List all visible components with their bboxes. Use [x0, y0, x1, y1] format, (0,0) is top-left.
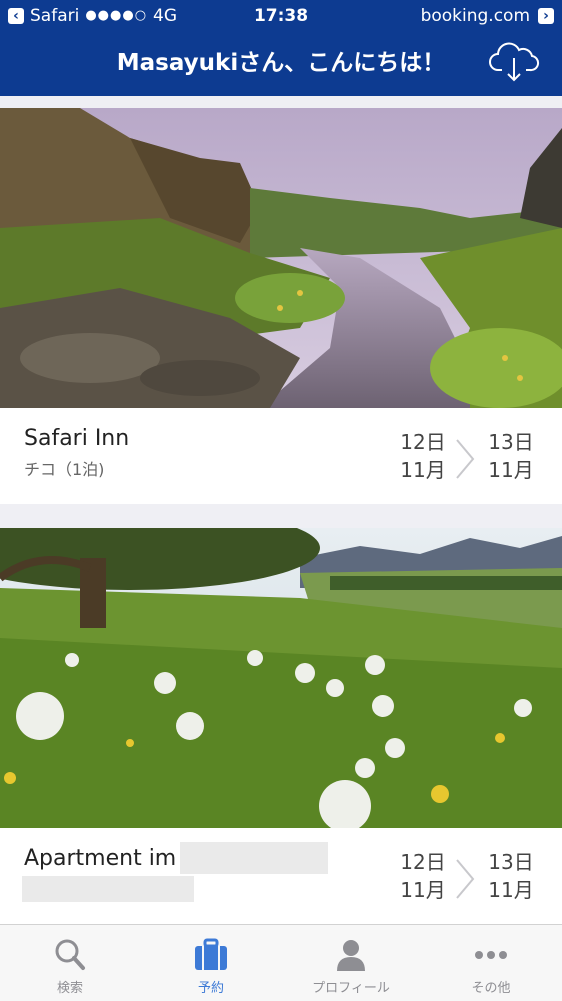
search-icon [55, 939, 85, 970]
tab-search[interactable]: 検索 [0, 925, 140, 1001]
checkout-date: 13日 11月 [486, 428, 536, 484]
hotel-photo [0, 108, 562, 408]
site-label: booking.com [420, 6, 530, 26]
suitcase-icon [195, 938, 227, 970]
booking-card[interactable]: Apartment im 12日 11月 13日 11月 [0, 528, 562, 924]
chevron-right-icon [456, 859, 475, 899]
checkin-day: 12日 [400, 850, 446, 874]
forward-arrow-icon: › [538, 8, 554, 24]
top-bar: ‹ Safari ●●●●○ 4G 17:38 booking.com › Ma… [0, 0, 562, 96]
checkout-day: 13日 [488, 430, 534, 454]
tab-profile[interactable]: プロフィール [281, 925, 421, 1001]
status-bar: ‹ Safari ●●●●○ 4G 17:38 booking.com › [0, 0, 562, 32]
checkout-month: 11月 [488, 458, 534, 482]
tab-label: 検索 [56, 981, 83, 996]
checkout-day: 13日 [488, 850, 534, 874]
hotel-photo [0, 528, 562, 828]
tab-label: 予約 [197, 981, 224, 996]
page-title: Masayukiさん、こんにちは！ [116, 50, 446, 76]
booking-card[interactable]: Safari Inn チコ（1泊) 12日 11月 13日 11月 [0, 108, 562, 504]
person-icon [337, 940, 365, 971]
redacted-text [180, 842, 328, 874]
site-link[interactable]: booking.com › [421, 0, 554, 32]
checkin-day: 12日 [400, 430, 446, 454]
cloud-download-icon [489, 42, 540, 82]
stay-dates: 12日 11月 13日 11月 [398, 848, 548, 908]
tab-label: プロフィール [312, 981, 390, 996]
checkin-date: 12日 11月 [398, 428, 448, 484]
bookings-list: Safari Inn チコ（1泊) 12日 11月 13日 11月 Apartm… [0, 96, 562, 924]
tab-label: その他 [471, 981, 511, 996]
tab-bookings[interactable]: 予約 [141, 925, 281, 1001]
booking-info: Apartment im 12日 11月 13日 11月 [0, 828, 562, 924]
redacted-text [22, 876, 194, 902]
checkin-date: 12日 11月 [398, 848, 448, 904]
checkout-date: 13日 11月 [486, 848, 536, 904]
tab-bar: 検索 予約 プロフィール その他 [0, 924, 562, 1001]
cloud-download-button[interactable] [488, 40, 540, 84]
hotel-name: Safari Inn [24, 426, 130, 451]
more-icon [475, 951, 507, 959]
tab-more[interactable]: その他 [421, 925, 561, 1001]
checkin-month: 11月 [400, 878, 446, 902]
hotel-location-nights: チコ（1泊) [24, 460, 105, 479]
hotel-name: Apartment im [24, 846, 177, 871]
stay-dates: 12日 11月 13日 11月 [398, 428, 548, 488]
checkout-month: 11月 [488, 878, 534, 902]
chevron-right-icon [456, 439, 475, 479]
booking-info: Safari Inn チコ（1泊) 12日 11月 13日 11月 [0, 408, 562, 504]
checkin-month: 11月 [400, 458, 446, 482]
